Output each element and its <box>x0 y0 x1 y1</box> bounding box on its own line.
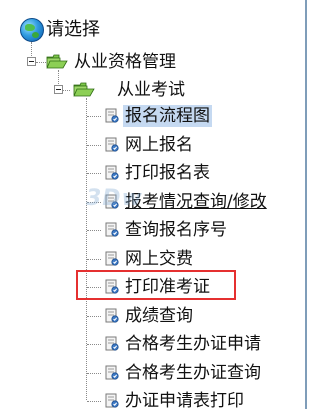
collapse-toggle-icon[interactable] <box>27 57 36 66</box>
document-icon <box>105 365 119 380</box>
tree-node-label: 从业考试 <box>117 80 185 100</box>
tree-leaf-item[interactable]: 合格考生办证查询 <box>104 361 263 385</box>
highlight-box <box>76 270 236 300</box>
tree-guide-line <box>87 145 101 146</box>
tree-leaf-label: 报考情况查询/修改 <box>125 192 267 212</box>
collapse-toggle-icon[interactable] <box>54 85 63 94</box>
tree-node-level1[interactable]: 从业资格管理 <box>74 50 176 74</box>
tree-leaf-item[interactable]: 网上报名 <box>104 133 195 157</box>
tree-leaf-label: 合格考生办证查询 <box>125 363 261 383</box>
tree-guide-line <box>87 344 101 345</box>
tree-guide-line <box>87 373 101 374</box>
document-icon <box>105 194 119 209</box>
document-icon <box>105 308 119 323</box>
tree-guide-line <box>87 173 101 174</box>
tree-leaf-item[interactable]: 成绩查询 <box>104 304 195 328</box>
tree-leaf-label: 网上交费 <box>125 249 193 269</box>
tree-guide-line <box>87 230 101 231</box>
tree-guide-line <box>87 259 101 260</box>
globe-icon <box>20 18 44 42</box>
tree-root[interactable]: 请选择 <box>20 16 100 44</box>
tree-guide-line <box>87 116 101 117</box>
tree-guide-line <box>87 401 101 402</box>
tree-leaf-item[interactable]: 报考情况查询/修改 <box>104 190 269 214</box>
tree-node-level2[interactable]: 从业考试 <box>117 78 185 102</box>
document-icon <box>105 222 119 237</box>
open-folder-icon <box>46 54 68 69</box>
tree-leaf-item[interactable]: 查询报名序号 <box>104 218 229 242</box>
tree-leaf-label: 查询报名序号 <box>125 220 227 240</box>
open-folder-icon <box>73 82 95 97</box>
tree-node-label: 从业资格管理 <box>74 52 176 72</box>
tree-guide-line <box>87 202 101 203</box>
tree-panel: 请选择 从业资格管理 从业考试 报名流程图网上报名打印报名表报考情况查询/修改查… <box>0 0 312 411</box>
document-icon <box>105 137 119 152</box>
panel-border <box>305 0 307 409</box>
tree-leaf-item[interactable]: 打印报名表 <box>104 161 212 185</box>
tree-leaf-item[interactable]: 报名流程图 <box>104 104 212 128</box>
tree-guide-line <box>36 62 46 63</box>
tree-guide-line <box>62 90 70 91</box>
document-icon <box>105 393 119 408</box>
tree-guide-line <box>86 98 87 400</box>
tree-root-label: 请选择 <box>46 19 100 40</box>
tree-leaf-item[interactable]: 办证申请表打印 <box>104 389 246 413</box>
tree-leaf-item[interactable]: 网上交费 <box>104 247 195 271</box>
document-icon <box>105 336 119 351</box>
document-icon <box>105 165 119 180</box>
tree-leaf-label: 报名流程图 <box>123 105 212 127</box>
tree-leaf-item[interactable]: 合格考生办证申请 <box>104 332 263 356</box>
tree-leaf-label: 打印报名表 <box>125 163 210 183</box>
tree-guide-line <box>87 316 101 317</box>
document-icon <box>105 108 119 123</box>
document-icon <box>105 251 119 266</box>
tree-leaf-label: 成绩查询 <box>125 306 193 326</box>
tree-leaf-label: 网上报名 <box>125 135 193 155</box>
tree-leaf-label: 合格考生办证申请 <box>125 334 261 354</box>
